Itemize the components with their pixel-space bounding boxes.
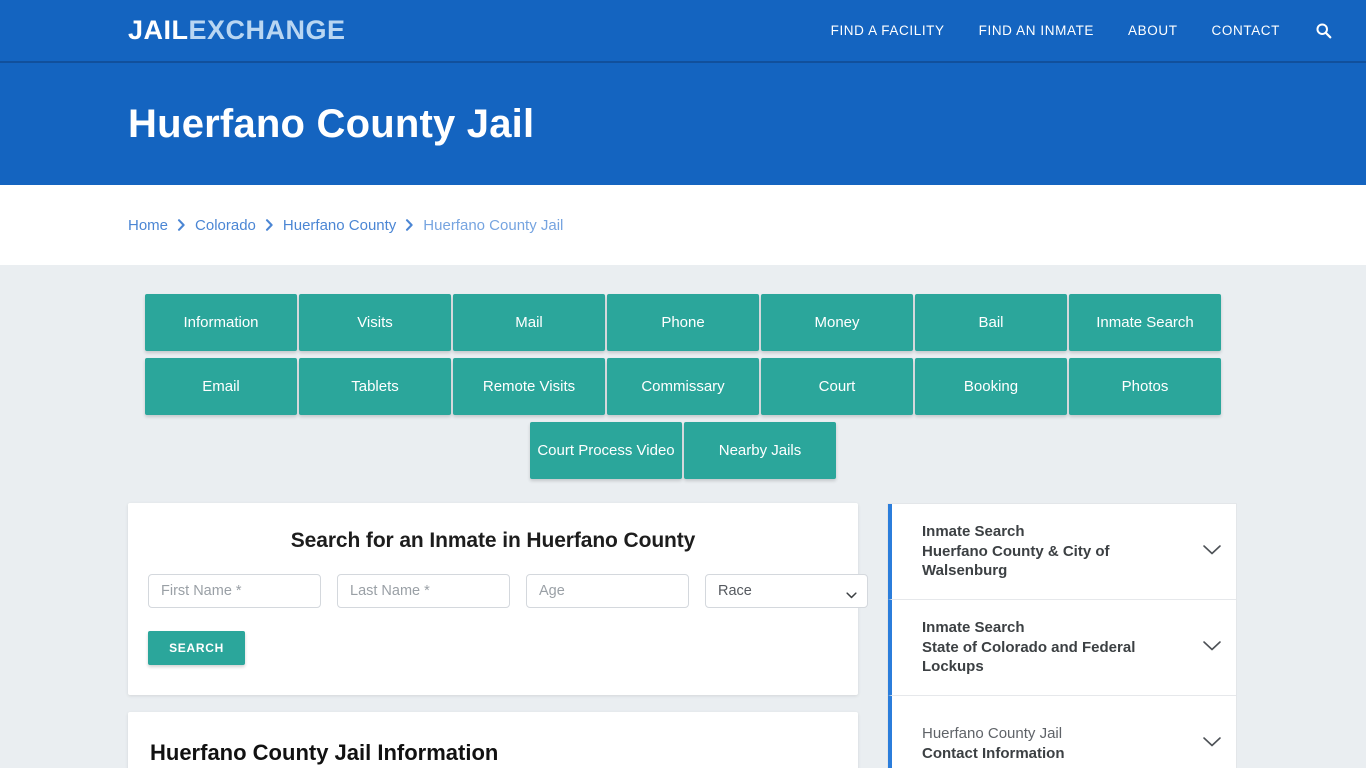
inmate-search-form: Race [148,574,868,608]
tile-mail[interactable]: Mail [453,294,605,351]
chevron-down-icon[interactable] [1202,639,1222,657]
tile-email[interactable]: Email [145,358,297,415]
chevron-right-icon [177,219,186,231]
logo-text-secondary: EXCHANGE [188,15,346,45]
inmate-search-submit-button[interactable]: SEARCH [148,631,245,665]
breadcrumb-item-home[interactable]: Home [128,217,168,234]
accordion-title-line1: Huerfano County Jail [922,725,1063,743]
race-select-wrapper: Race [705,574,868,608]
accordion-title-line1: Inmate Search [922,522,1025,540]
page-hero-banner: Huerfano County Jail [0,63,1366,185]
breadcrumb-item-huerfano-county[interactable]: Huerfano County [283,217,396,234]
jail-information-card: Huerfano County Jail Information [128,712,858,768]
tile-inmate-search[interactable]: Inmate Search [1069,294,1221,351]
nav-item-find-an-inmate[interactable]: FIND AN INMATE [962,13,1111,48]
accordion-title-line1: Inmate Search [922,618,1025,636]
logo-text-primary: JAIL [128,15,189,45]
main-nav-links: FIND A FACILITY FIND AN INMATE ABOUT CON… [814,13,1342,48]
accordion-item-contact-information[interactable]: Huerfano County Jail Contact Information [888,696,1236,768]
accordion-item-inmate-search-county[interactable]: Inmate Search Huerfano County & City of … [888,504,1236,600]
accordion-title-line2: State of Colorado and Federal Lockups [922,638,1136,676]
accordion-item-text: Inmate Search Huerfano County & City of … [922,522,1190,582]
age-input[interactable] [526,574,689,608]
tile-court-process-video[interactable]: Court Process Video [530,422,682,479]
breadcrumb: Home Colorado Huerfano County Huerfano C… [128,217,563,234]
inmate-search-heading: Search for an Inmate in Huerfano County [290,529,696,552]
breadcrumb-item-current[interactable]: Huerfano County Jail [423,217,563,234]
search-icon[interactable] [1297,14,1342,47]
tile-court[interactable]: Court [761,358,913,415]
main-content: Information Visits Mail Phone Money Bail… [0,265,1366,768]
nav-item-about[interactable]: ABOUT [1111,13,1195,48]
tile-bail[interactable]: Bail [915,294,1067,351]
top-navigation-bar: JAILEXCHANGE FIND A FACILITY FIND AN INM… [0,0,1366,63]
chevron-right-icon [265,219,274,231]
page-title: Huerfano County Jail [128,102,535,146]
tile-nearby-jails[interactable]: Nearby Jails [684,422,836,479]
accordion-item-inmate-search-state[interactable]: Inmate Search State of Colorado and Fede… [888,600,1236,696]
breadcrumb-band: Home Colorado Huerfano County Huerfano C… [0,185,1366,265]
inmate-search-card: Search for an Inmate in Huerfano County … [128,503,868,695]
accordion-item-text: Huerfano County Jail Contact Information [922,724,1190,764]
tile-photos[interactable]: Photos [1069,358,1221,415]
breadcrumb-item-colorado[interactable]: Colorado [195,217,256,234]
tile-booking[interactable]: Booking [915,358,1067,415]
chevron-down-icon[interactable] [1202,543,1222,561]
site-logo[interactable]: JAILEXCHANGE [128,17,346,44]
chevron-right-icon [405,219,414,231]
jail-information-heading: Huerfano County Jail Information [150,740,499,765]
tile-phone[interactable]: Phone [607,294,759,351]
tile-information[interactable]: Information [145,294,297,351]
chevron-down-icon[interactable] [1202,735,1222,753]
first-name-input[interactable] [148,574,321,608]
facility-section-tiles: Information Visits Mail Phone Money Bail… [138,294,1228,422]
last-name-input[interactable] [337,574,510,608]
lower-columns: Search for an Inmate in Huerfano County … [128,503,1238,768]
accordion-title-line2: Huerfano County & City of Walsenburg [922,542,1110,580]
tile-commissary[interactable]: Commissary [607,358,759,415]
facility-section-tiles-row-3: Court Process Video Nearby Jails [138,422,1228,486]
nav-item-find-a-facility[interactable]: FIND A FACILITY [814,13,962,48]
accordion-item-text: Inmate Search State of Colorado and Fede… [922,618,1190,678]
tile-money[interactable]: Money [761,294,913,351]
accordion-title-line2: Contact Information [922,745,1065,762]
nav-item-contact[interactable]: CONTACT [1195,13,1297,48]
tile-visits[interactable]: Visits [299,294,451,351]
tile-remote-visits[interactable]: Remote Visits [453,358,605,415]
left-column: Search for an Inmate in Huerfano County … [128,503,868,768]
race-select[interactable]: Race [705,574,868,608]
sidebar-accordion: Inmate Search Huerfano County & City of … [887,503,1237,768]
tile-tablets[interactable]: Tablets [299,358,451,415]
